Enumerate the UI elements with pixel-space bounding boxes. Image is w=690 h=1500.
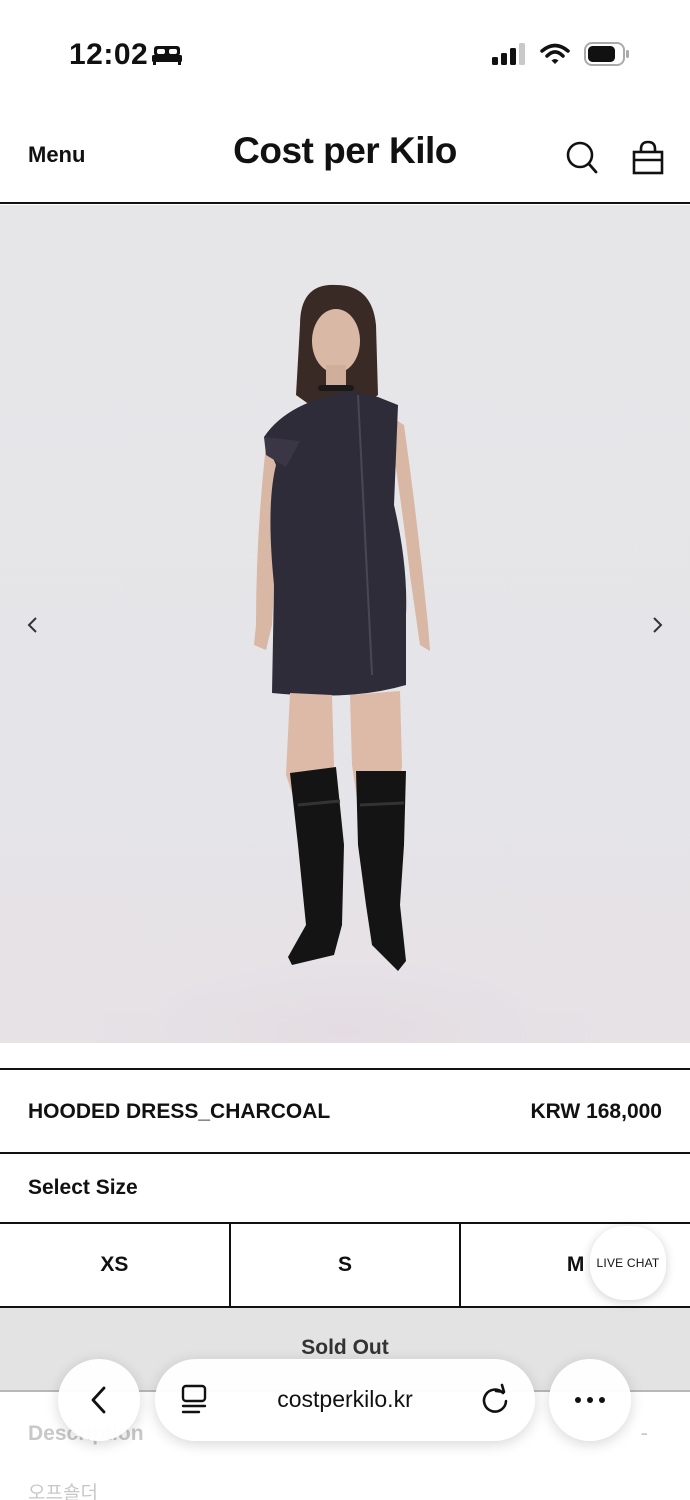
size-option-s[interactable]: S xyxy=(230,1224,462,1306)
description-text: 오프숄더 xyxy=(28,1483,98,1500)
size-option-xs[interactable]: XS xyxy=(0,1224,231,1306)
site-header: Menu Cost per Kilo xyxy=(0,104,690,204)
description-toggle[interactable]: - xyxy=(641,1420,648,1446)
url-text: costperkilo.kr xyxy=(277,1386,413,1412)
model-wearing-charcoal-dress-photo xyxy=(0,284,690,1043)
search-icon[interactable] xyxy=(564,138,600,178)
product-image-gallery[interactable] xyxy=(0,205,690,1043)
bed-icon xyxy=(152,44,182,71)
status-time: 12:02 xyxy=(69,38,149,71)
product-name: HOODED DRESS_CHARCOAL xyxy=(28,1100,331,1123)
live-chat-button[interactable]: LIVE CHAT xyxy=(590,1226,666,1300)
wifi-icon xyxy=(540,43,570,70)
back-arrow-icon[interactable] xyxy=(58,1359,140,1441)
status-bar: 12:02 xyxy=(0,0,690,104)
size-selector-header: Select Size xyxy=(0,1154,690,1224)
menu-button[interactable]: Menu xyxy=(28,142,85,168)
chevron-left-icon[interactable] xyxy=(18,610,48,640)
more-icon[interactable] xyxy=(549,1359,631,1441)
chevron-right-icon[interactable] xyxy=(642,610,672,640)
address-bar[interactable]: costperkilo.kr xyxy=(155,1359,535,1441)
signal-icon xyxy=(492,43,526,70)
size-options: XS S M xyxy=(0,1224,690,1308)
select-size-label: Select Size xyxy=(28,1176,138,1199)
product-info-row: HOODED DRESS_CHARCOAL KRW 168,000 xyxy=(0,1068,690,1154)
reload-icon[interactable] xyxy=(479,1383,511,1420)
battery-icon xyxy=(584,42,630,71)
shopping-bag-icon[interactable] xyxy=(630,138,666,178)
product-price: KRW 168,000 xyxy=(530,1100,662,1123)
